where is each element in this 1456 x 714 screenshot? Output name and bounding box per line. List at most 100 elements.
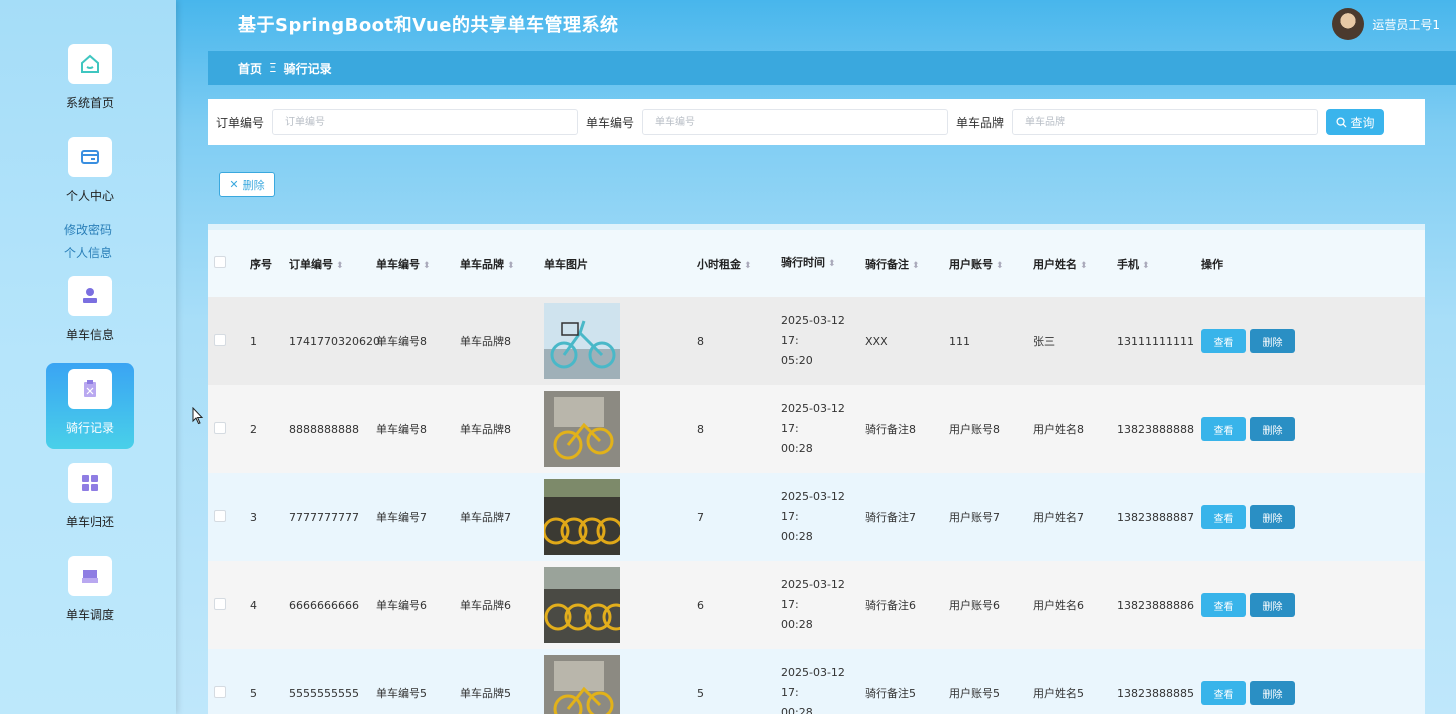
cell-time: 2025-03-12 17: 00:28 <box>781 666 845 714</box>
change-password-link[interactable]: 修改密码 <box>0 221 176 238</box>
sort-icon: ⬍ <box>507 260 515 271</box>
bike-thumbnail[interactable] <box>540 303 693 379</box>
cell-bike: 单车编号6 <box>376 599 427 612</box>
row-checkbox[interactable] <box>214 597 226 610</box>
avatar <box>1332 8 1365 40</box>
bike-number-input[interactable] <box>642 109 949 135</box>
app-title: 基于SpringBoot和Vue的共享单车管理系统 <box>238 15 619 36</box>
header-brand[interactable]: 单车品牌 ⬍ <box>456 256 540 272</box>
cell-order: 7777777777 <box>289 510 359 524</box>
user-name: 运营员工号1 <box>1372 17 1440 32</box>
cell-bike: 单车编号8 <box>376 335 427 348</box>
personal-info-link[interactable]: 个人信息 <box>0 244 176 261</box>
view-button[interactable]: 查看 <box>1201 681 1246 705</box>
cell-time: 2025-03-12 17: 00:28 <box>781 490 845 543</box>
sort-icon: ⬍ <box>828 259 836 269</box>
row-checkbox[interactable] <box>214 509 226 522</box>
header-note[interactable]: 骑行备注 ⬍ <box>861 256 945 272</box>
sidebar-item-label: 系统首页 <box>65 96 114 110</box>
sort-icon: ⬍ <box>336 260 344 271</box>
select-all-checkbox[interactable] <box>214 256 226 268</box>
header-phone[interactable]: 手机 ⬍ <box>1113 256 1197 272</box>
bike-thumbnail[interactable] <box>540 567 693 643</box>
bike-brand-input[interactable] <box>1012 109 1319 135</box>
table-row: 1 1741770320620 单车编号8 单车品牌8 8 2025-03-12… <box>208 297 1425 385</box>
bike-thumbnail[interactable] <box>540 655 693 714</box>
delete-button[interactable]: 删除 <box>1250 505 1295 529</box>
breadcrumb-separator: Ξ <box>269 61 277 75</box>
grid-icon <box>68 463 112 503</box>
cell-index: 5 <box>250 686 257 700</box>
sidebar-item-bike-dispatch[interactable]: 单车调度 <box>46 556 134 623</box>
sidebar-item-bike-info[interactable]: 单车信息 <box>46 276 134 343</box>
cell-brand: 单车品牌6 <box>460 599 511 612</box>
bike-thumbnail[interactable] <box>540 391 693 467</box>
cell-brand: 单车品牌7 <box>460 511 511 524</box>
row-checkbox[interactable] <box>214 421 226 434</box>
bike-thumbnail[interactable] <box>540 479 693 555</box>
cell-account: 用户账号5 <box>949 687 1000 700</box>
cell-username: 用户姓名6 <box>1033 599 1084 612</box>
bike-number-label: 单车编号 <box>586 115 635 130</box>
cell-rent: 5 <box>697 686 704 700</box>
delete-button[interactable]: 删除 <box>1250 329 1295 353</box>
cell-order: 8888888888 <box>289 422 359 436</box>
cell-note: 骑行备注7 <box>865 511 916 524</box>
search-button-label: 查询 <box>1350 115 1375 130</box>
row-checkbox[interactable] <box>214 685 226 698</box>
sort-icon: ⬍ <box>912 260 920 271</box>
cell-note: 骑行备注6 <box>865 599 916 612</box>
cell-order: 1741770320620 <box>289 334 380 348</box>
ride-records-table: 序号 订单编号 ⬍ 单车编号 ⬍ 单车品牌 ⬍ 单车图片 小时租金 ⬍ 骑行时间 ⬍ 骑行… <box>208 224 1425 714</box>
cell-brand: 单车品牌5 <box>460 687 511 700</box>
breadcrumb-home[interactable]: 首页 <box>238 60 262 77</box>
clipboard-icon <box>68 369 112 409</box>
view-button[interactable]: 查看 <box>1201 417 1246 441</box>
header-ops: 操作 <box>1201 257 1223 271</box>
order-number-input[interactable] <box>272 109 579 135</box>
batch-delete-button[interactable]: ✕ 删除 <box>219 172 275 197</box>
sort-icon: ⬍ <box>996 260 1004 271</box>
table-row: 4 6666666666 单车编号6 单车品牌6 6 2025-03-12 17… <box>208 561 1425 649</box>
header-index: 序号 <box>250 257 272 271</box>
cell-time: 2025-03-12 17: 00:28 <box>781 578 845 631</box>
sidebar-item-home[interactable]: 系统首页 <box>46 44 134 111</box>
header-rent[interactable]: 小时租金 ⬍ <box>693 256 777 272</box>
header-account[interactable]: 用户账号 ⬍ <box>945 256 1029 272</box>
sort-icon: ⬍ <box>423 260 431 271</box>
cell-phone: 13823888885 <box>1117 686 1194 700</box>
table-row: 3 7777777777 单车编号7 单车品牌7 7 2025-03-12 17… <box>208 473 1425 561</box>
search-button[interactable]: 查询 <box>1326 109 1385 135</box>
sidebar-item-label: 骑行记录 <box>65 421 114 435</box>
sidebar-item-label: 单车调度 <box>65 608 114 622</box>
cell-phone: 13823888886 <box>1117 598 1194 612</box>
header-order[interactable]: 订单编号 ⬍ <box>285 256 372 272</box>
header-bike[interactable]: 单车编号 ⬍ <box>372 256 456 272</box>
table-row: 5 5555555555 单车编号5 单车品牌5 5 2025-03-12 17… <box>208 649 1425 714</box>
bike-brand-label: 单车品牌 <box>956 115 1005 130</box>
sidebar-item-ride-records[interactable]: 骑行记录 <box>46 363 134 449</box>
delete-button[interactable]: 删除 <box>1250 593 1295 617</box>
sidebar-item-label: 个人中心 <box>65 189 114 203</box>
wallet-icon <box>68 137 112 177</box>
cell-note: 骑行备注8 <box>865 423 916 436</box>
mouse-cursor-icon <box>192 407 204 425</box>
user-menu[interactable]: 运营员工号1 <box>1332 8 1440 40</box>
cell-index: 2 <box>250 422 257 436</box>
delete-button[interactable]: 删除 <box>1250 681 1295 705</box>
row-checkbox[interactable] <box>214 333 226 346</box>
cell-account: 用户账号7 <box>949 511 1000 524</box>
delete-button[interactable]: 删除 <box>1250 417 1295 441</box>
header-time[interactable]: 骑行时间 ⬍ <box>777 253 861 274</box>
view-button[interactable]: 查看 <box>1201 593 1246 617</box>
sidebar-item-bike-return[interactable]: 单车归还 <box>46 463 134 530</box>
view-button[interactable]: 查看 <box>1201 329 1246 353</box>
cell-account: 用户账号6 <box>949 599 1000 612</box>
cell-username: 用户姓名5 <box>1033 687 1084 700</box>
sidebar-item-profile[interactable]: 个人中心 <box>46 137 134 204</box>
cell-index: 4 <box>250 598 257 612</box>
header-username[interactable]: 用户姓名 ⬍ <box>1029 256 1113 272</box>
sidebar-item-label: 单车归还 <box>65 515 114 529</box>
cell-order: 5555555555 <box>289 686 359 700</box>
view-button[interactable]: 查看 <box>1201 505 1246 529</box>
